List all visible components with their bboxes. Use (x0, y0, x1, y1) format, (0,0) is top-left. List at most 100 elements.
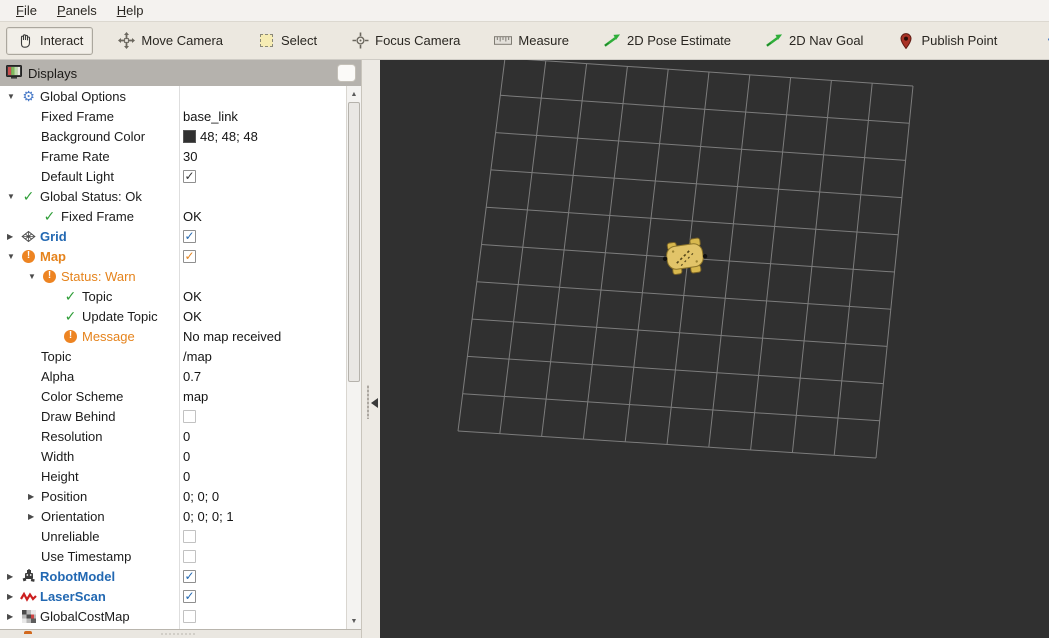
tree-row-alpha[interactable]: Alpha 0.7 (0, 366, 361, 386)
warning-icon (24, 631, 32, 634)
warning-icon: ! (62, 329, 79, 343)
tree-row-robotmodel[interactable]: ▶ RobotModel ✓ (0, 566, 361, 586)
grid-icon (20, 230, 37, 243)
render-view-3d[interactable] (380, 60, 1049, 638)
displays-panel-header: Displays (0, 60, 361, 86)
tree-row-fixed-frame[interactable]: ✓ Fixed Frame OK (0, 206, 361, 226)
collapse-icon[interactable]: ▼ (4, 252, 20, 261)
tree-row-height[interactable]: Height 0 (0, 466, 361, 486)
warning-icon: ! (41, 269, 58, 283)
tree-row-use-timestamp[interactable]: Use Timestamp (0, 546, 361, 566)
expand-icon[interactable]: ▶ (4, 612, 20, 621)
tree-row-topic[interactable]: ✓ Topic OK (0, 286, 361, 306)
row-value[interactable]: No map received (183, 329, 281, 344)
tool-select[interactable]: Select (247, 27, 327, 55)
expand-icon[interactable]: ▶ (4, 592, 20, 601)
row-value[interactable]: /map (183, 349, 212, 364)
panel-bottom-strip (0, 630, 361, 638)
row-value[interactable]: 0; 0; 0; 1 (183, 509, 234, 524)
tree-row-position[interactable]: ▶ Position 0; 0; 0 (0, 486, 361, 506)
row-checkbox[interactable] (183, 549, 196, 563)
row-value[interactable]: 0 (183, 469, 190, 484)
row-value[interactable]: OK (183, 209, 202, 224)
row-checkbox[interactable]: ✓ (183, 249, 196, 263)
tool-publish-point[interactable]: Publish Point (887, 27, 1007, 55)
horizontal-splitter-handle[interactable] (160, 633, 196, 635)
collapse-icon[interactable]: ▼ (25, 272, 41, 281)
tree-row-map[interactable]: ▼! Map ✓ (0, 246, 361, 266)
tree-row-fixed-frame[interactable]: Fixed Frame base_link (0, 106, 361, 126)
row-checkbox[interactable] (183, 609, 196, 623)
row-value[interactable]: 0.7 (183, 369, 201, 384)
tree-row-unreliable[interactable]: Unreliable (0, 526, 361, 546)
tree-row-resolution[interactable]: Resolution 0 (0, 426, 361, 446)
row-checkbox[interactable]: ✓ (183, 169, 196, 183)
row-value[interactable]: 48; 48; 48 (200, 129, 258, 144)
row-value[interactable]: 0 (183, 449, 190, 464)
scrollbar-thumb[interactable] (348, 102, 360, 382)
expand-icon[interactable]: ▶ (25, 492, 41, 501)
tool-2d-nav-goal[interactable]: 2D Nav Goal (755, 27, 873, 55)
add-tool-button[interactable]: + (1041, 31, 1049, 50)
tool-interact[interactable]: Interact (6, 26, 94, 55)
tree-row-width[interactable]: Width 0 (0, 446, 361, 466)
expand-icon[interactable]: ▶ (4, 232, 20, 241)
row-checkbox[interactable] (183, 529, 196, 543)
row-checkbox[interactable]: ✓ (183, 589, 196, 603)
menu-item-help[interactable]: Help (107, 1, 154, 20)
scrollbar-up-arrow[interactable]: ▲ (347, 87, 361, 101)
splitter-grip[interactable] (367, 385, 369, 419)
tree-row-global-status-ok[interactable]: ▼ ✓ Global Status: Ok (0, 186, 361, 206)
row-label: Alpha (41, 368, 75, 384)
tree-row-globalcostmap[interactable]: ▶ GlobalCostMap (0, 606, 361, 626)
row-label: Frame Rate (41, 148, 110, 164)
row-value[interactable]: 0 (183, 429, 190, 444)
row-label: Color Scheme (41, 388, 124, 404)
tree-row-topic[interactable]: Topic/map (0, 346, 361, 366)
menu-bar: File Panels Help (0, 0, 1049, 22)
panel-splitter[interactable] (362, 60, 380, 638)
tree-row-frame-rate[interactable]: Frame Rate 30 (0, 146, 361, 166)
row-checkbox[interactable] (183, 409, 196, 423)
expand-icon[interactable]: ▶ (25, 512, 41, 521)
scrollbar-down-arrow[interactable]: ▼ (347, 614, 361, 628)
row-label: Grid (40, 228, 67, 244)
row-value[interactable]: 30 (183, 149, 197, 164)
tree-row-draw-behind[interactable]: Draw Behind (0, 406, 361, 426)
tree-row-status-warn[interactable]: ▼! Status: Warn (0, 266, 361, 286)
check-ok-icon: ✓ (64, 307, 77, 324)
row-value[interactable]: OK (183, 289, 202, 304)
row-checkbox[interactable]: ✓ (183, 569, 196, 583)
toolbar: Interact Move Camera Select Focus Camera Mea… (0, 22, 1049, 60)
tree-row-background-color[interactable]: Background Color 48; 48; 48 (0, 126, 361, 146)
collapse-icon[interactable]: ▼ (4, 192, 20, 201)
color-swatch[interactable] (183, 129, 196, 143)
tree-row-message[interactable]: ! Message No map received (0, 326, 361, 346)
row-label: Map (40, 248, 66, 264)
hand-icon (16, 33, 34, 49)
tool-2d-pose-estimate[interactable]: 2D Pose Estimate (593, 27, 741, 55)
row-value[interactable]: 0; 0; 0 (183, 489, 219, 504)
menu-item-panels[interactable]: Panels (47, 1, 107, 20)
panel-float-button[interactable] (337, 64, 356, 82)
row-value[interactable]: OK (183, 309, 202, 324)
tree-scrollbar[interactable]: ▲ ▼ (346, 86, 361, 629)
row-value[interactable]: base_link (183, 109, 238, 124)
tool-measure[interactable]: Measure (484, 27, 579, 55)
tree-row-default-light[interactable]: Default Light ✓ (0, 166, 361, 186)
collapse-left-icon[interactable] (371, 398, 378, 408)
tree-row-laserscan[interactable]: ▶ LaserScan ✓ (0, 586, 361, 606)
tree-row-update-topic[interactable]: ✓ Update Topic OK (0, 306, 361, 326)
tree-row-orientation[interactable]: ▶ Orientation 0; 0; 0; 1 (0, 506, 361, 526)
row-value[interactable]: map (183, 389, 208, 404)
tool-focus-camera[interactable]: Focus Camera (341, 27, 470, 55)
tree-row-color-scheme[interactable]: Color Scheme map (0, 386, 361, 406)
collapse-icon[interactable]: ▼ (4, 92, 20, 101)
menu-item-file[interactable]: File (6, 1, 47, 20)
tree-row-global-options[interactable]: ▼ ⚙ Global Options (0, 86, 361, 106)
expand-icon[interactable]: ▶ (4, 572, 20, 581)
tool-move-camera[interactable]: Move Camera (107, 27, 233, 55)
warning-icon: ! (20, 249, 37, 263)
row-checkbox[interactable]: ✓ (183, 229, 196, 243)
tree-row-grid[interactable]: ▶ Grid ✓ (0, 226, 361, 246)
